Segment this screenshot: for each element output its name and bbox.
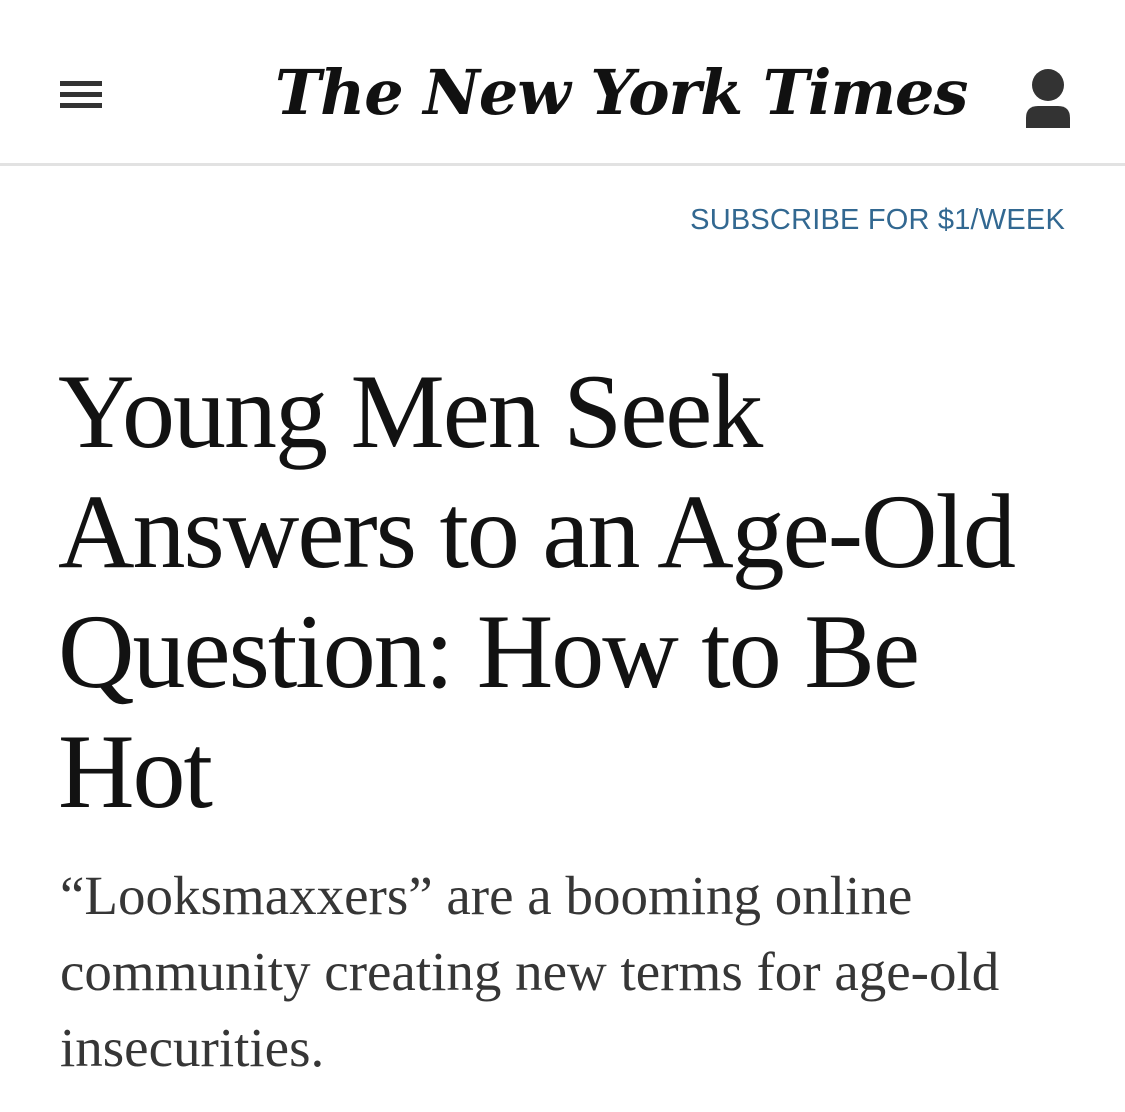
masthead-logo[interactable]: The New York Times xyxy=(275,50,968,136)
site-header: The New York Times xyxy=(0,0,1125,166)
hamburger-menu-icon-bar xyxy=(60,103,102,108)
subscribe-link[interactable]: SUBSCRIBE FOR $1/WEEK xyxy=(690,202,1065,238)
account-button[interactable] xyxy=(1020,66,1076,130)
hamburger-menu-icon xyxy=(60,81,102,86)
menu-button[interactable] xyxy=(58,77,104,113)
person-icon xyxy=(1026,69,1070,128)
article-headline: Young Men Seek Answers to an Age-Old Que… xyxy=(58,353,1016,830)
hamburger-menu-icon-bar xyxy=(60,92,102,97)
article-summary: “Looksmaxxers” are a booming online comm… xyxy=(60,865,1000,1078)
